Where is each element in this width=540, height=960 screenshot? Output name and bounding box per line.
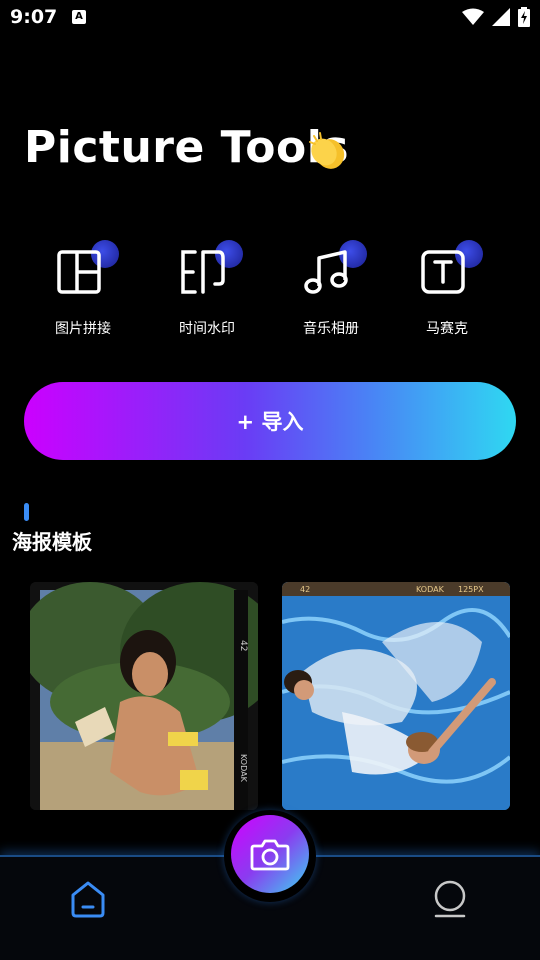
tool-music-album[interactable]: 音乐相册 xyxy=(276,240,386,350)
template-card[interactable]: 42 KODAK 125PX xyxy=(282,582,510,810)
film-frame-number: 42 xyxy=(238,640,248,651)
film-iso: 125PX xyxy=(458,585,484,594)
template-photo-pool: 42 KODAK 125PX xyxy=(282,582,510,810)
profile-icon[interactable] xyxy=(430,879,470,919)
tool-label: 时间水印 xyxy=(179,321,235,337)
tool-watermark[interactable]: 时间水印 xyxy=(152,240,262,350)
status-icons xyxy=(462,7,530,27)
import-button[interactable]: + 导入 xyxy=(24,382,516,460)
template-card[interactable]: 42 KODAK xyxy=(30,582,258,810)
film-brand: KODAK xyxy=(239,754,248,783)
page-title: Picture Tools xyxy=(24,122,350,173)
tool-label: 音乐相册 xyxy=(303,321,359,337)
battery-charging-icon xyxy=(518,7,530,27)
tool-label: 马赛克 xyxy=(426,321,468,337)
clapping-hands-icon xyxy=(309,132,345,169)
film-frame-number: 42 xyxy=(300,585,310,594)
tool-collage[interactable]: 图片拼接 xyxy=(28,240,138,350)
film-brand: KODAK xyxy=(416,585,445,594)
notification-icon: A xyxy=(72,10,86,24)
tool-label: 图片拼接 xyxy=(55,321,111,337)
text-box-icon xyxy=(421,250,465,294)
camera-button[interactable] xyxy=(231,815,309,893)
status-time: 9:07 xyxy=(10,6,58,28)
template-photo-reading: 42 KODAK xyxy=(30,582,258,810)
section-accent-bar xyxy=(24,503,29,521)
music-note-icon xyxy=(304,250,348,294)
section-title: 海报模板 xyxy=(12,530,92,554)
watermark-icon xyxy=(181,250,225,294)
status-bar: 9:07 A xyxy=(0,0,540,36)
tool-mosaic[interactable]: 马赛克 xyxy=(392,240,502,350)
home-icon[interactable] xyxy=(68,879,108,919)
screen: 9:07 A Picture Tools 图片拼接 时间水印 音乐相册 马赛克 … xyxy=(0,0,540,960)
camera-icon xyxy=(250,839,290,871)
signal-icon xyxy=(492,8,510,26)
tools-row: 图片拼接 时间水印 音乐相册 马赛克 xyxy=(0,240,540,350)
wifi-icon xyxy=(462,8,484,25)
collage-icon xyxy=(57,250,101,294)
